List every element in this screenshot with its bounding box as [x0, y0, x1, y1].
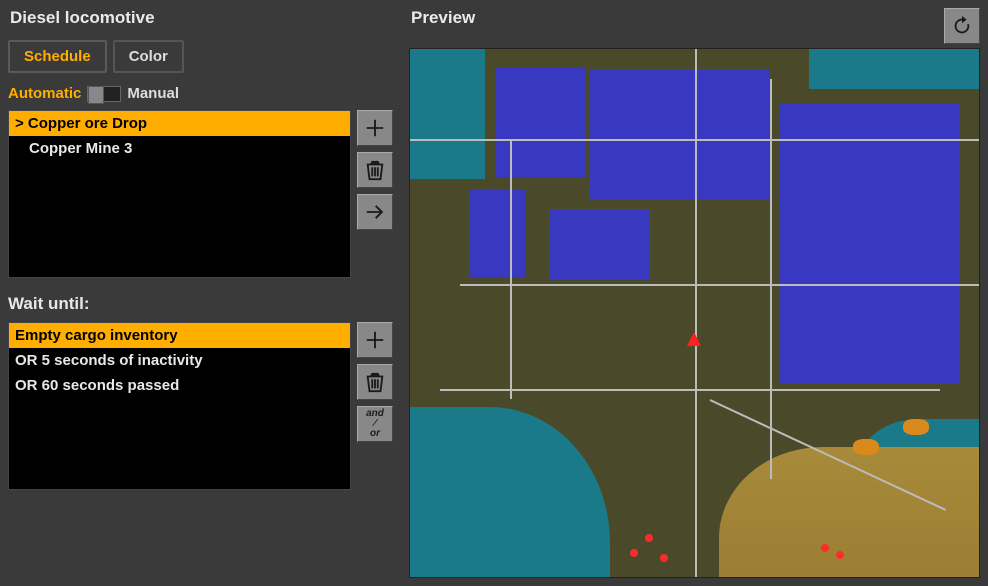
tabs: Schedule Color: [8, 40, 393, 73]
andor-icon: and⁄or: [366, 409, 384, 439]
mode-switch[interactable]: [87, 86, 121, 102]
wait-until-heading: Wait until:: [8, 294, 393, 314]
plus-icon: [364, 329, 386, 351]
preview-panel: Preview: [401, 0, 988, 586]
conditions-listbox[interactable]: Empty cargo inventory OR 5 seconds of in…: [8, 322, 351, 490]
tab-color[interactable]: Color: [113, 40, 184, 73]
andor-toggle-button[interactable]: and⁄or: [357, 406, 393, 442]
delete-station-button[interactable]: [357, 152, 393, 188]
arrow-right-icon: [364, 201, 386, 223]
refresh-preview-button[interactable]: [944, 8, 980, 44]
conditions-row: Empty cargo inventory OR 5 seconds of in…: [8, 322, 393, 490]
preview-header: Preview: [409, 8, 980, 44]
mode-manual-label: Manual: [127, 85, 179, 102]
condition-item[interactable]: OR 60 seconds passed: [9, 373, 350, 398]
plus-icon: [364, 117, 386, 139]
stations-listbox[interactable]: > Copper ore Drop Copper Mine 3: [8, 110, 351, 278]
schedule-panel: Diesel locomotive Schedule Color Automat…: [0, 0, 401, 586]
station-buttons: [357, 110, 393, 278]
add-condition-button[interactable]: [357, 322, 393, 358]
condition-item[interactable]: OR 5 seconds of inactivity: [9, 348, 350, 373]
map-preview[interactable]: [409, 48, 980, 578]
condition-buttons: and⁄or: [357, 322, 393, 490]
mode-automatic-label: Automatic: [8, 85, 81, 102]
train-marker-icon: [687, 332, 701, 346]
delete-condition-button[interactable]: [357, 364, 393, 400]
trash-icon: [364, 371, 386, 393]
station-item[interactable]: Copper Mine 3: [9, 136, 350, 161]
condition-item[interactable]: Empty cargo inventory: [9, 323, 350, 348]
trash-icon: [364, 159, 386, 181]
preview-title: Preview: [409, 8, 475, 28]
stations-row: > Copper ore Drop Copper Mine 3: [8, 110, 393, 278]
panel-title: Diesel locomotive: [8, 8, 393, 28]
tab-schedule[interactable]: Schedule: [8, 40, 107, 73]
refresh-icon: [951, 15, 973, 37]
goto-station-button[interactable]: [357, 194, 393, 230]
station-item[interactable]: > Copper ore Drop: [9, 111, 350, 136]
mode-toggle-row: Automatic Manual: [8, 85, 393, 102]
add-station-button[interactable]: [357, 110, 393, 146]
